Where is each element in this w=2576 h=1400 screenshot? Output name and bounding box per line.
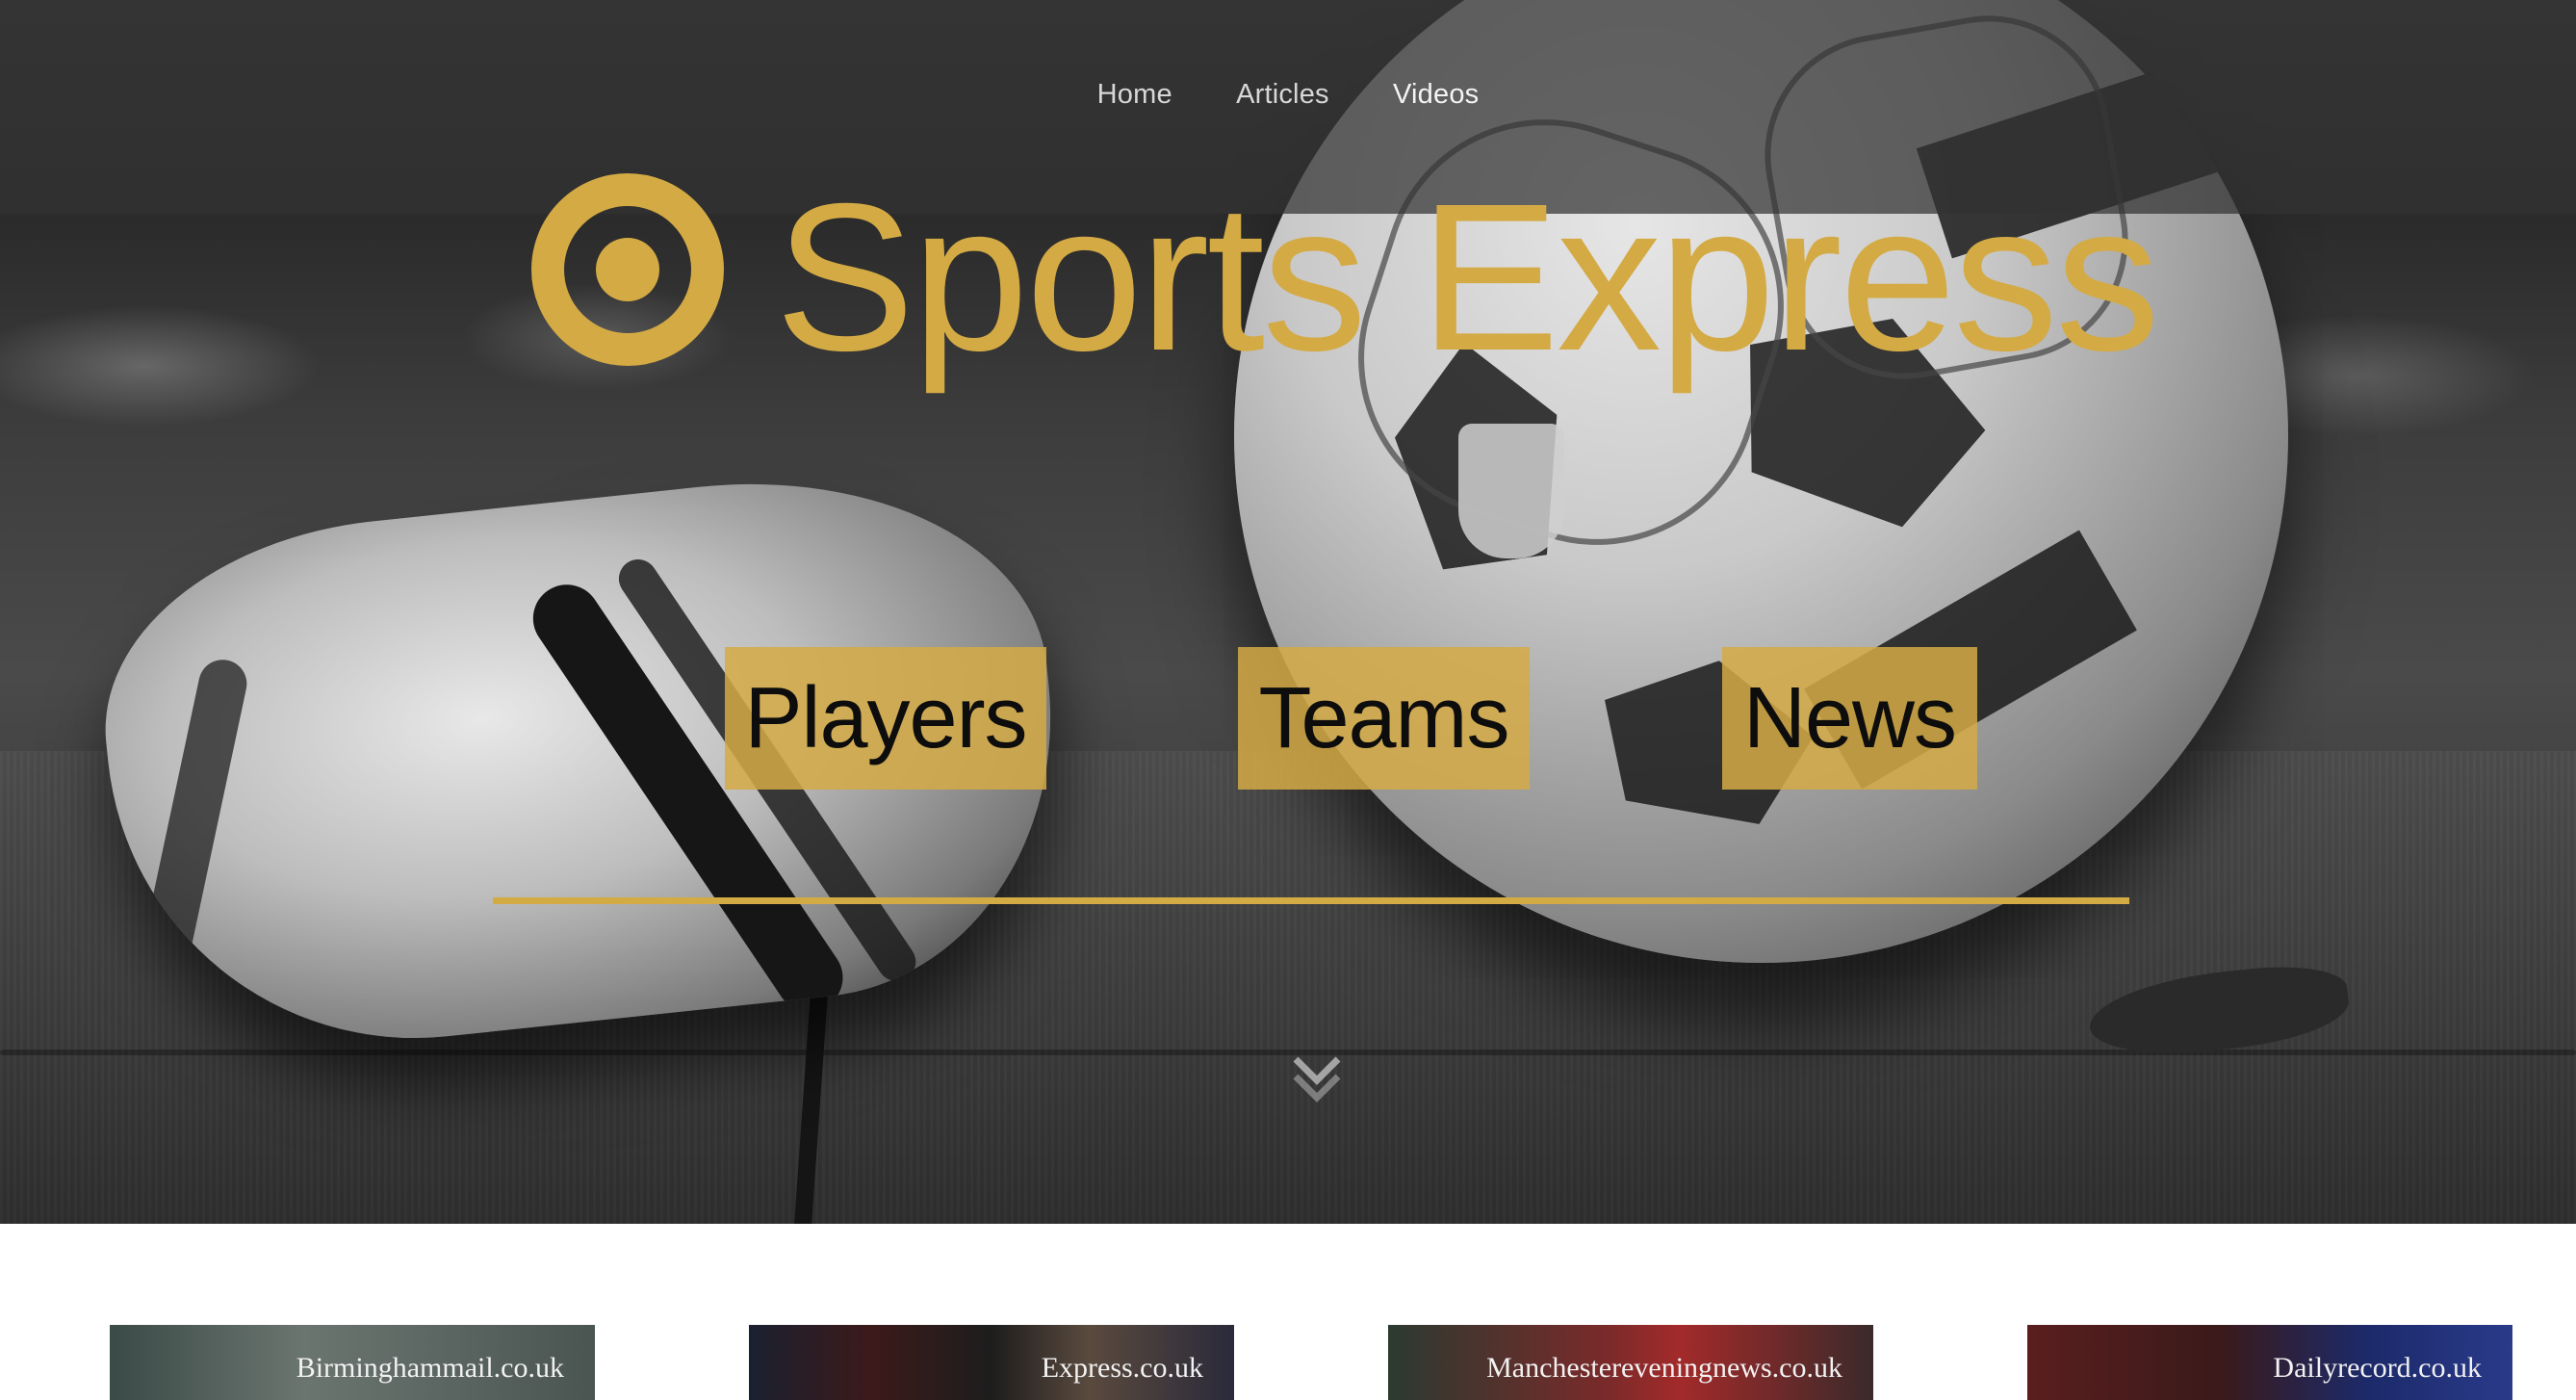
source-card-express[interactable]: Express.co.uk [749, 1325, 1234, 1400]
news-button[interactable]: News [1722, 647, 1977, 790]
teams-button[interactable]: Teams [1238, 647, 1530, 790]
source-card-dailyrecord[interactable]: Dailyrecord.co.uk [2027, 1325, 2512, 1400]
target-icon [531, 173, 724, 366]
card-label: Birminghammail.co.uk [296, 1352, 564, 1384]
premier-league-crest [1458, 424, 1564, 558]
card-label: Manchestereveningnews.co.uk [1486, 1352, 1842, 1384]
players-button[interactable]: Players [725, 647, 1046, 790]
main-nav: Home Articles Videos [0, 79, 2576, 111]
site-title: Sports Express [775, 161, 2160, 395]
card-label: Express.co.uk [1041, 1352, 1203, 1384]
source-card-manchestereveningnews[interactable]: Manchestereveningnews.co.uk [1388, 1325, 1873, 1400]
card-label: Dailyrecord.co.uk [2273, 1352, 2482, 1384]
nav-videos-link[interactable]: Videos [1393, 79, 1479, 111]
nav-articles-link[interactable]: Articles [1236, 79, 1329, 111]
source-card-birminghammail[interactable]: Birminghammail.co.uk [110, 1325, 595, 1400]
nav-home-link[interactable]: Home [1097, 79, 1172, 111]
chevron-down-icon[interactable] [1290, 1051, 1344, 1105]
divider-line [493, 897, 2129, 904]
